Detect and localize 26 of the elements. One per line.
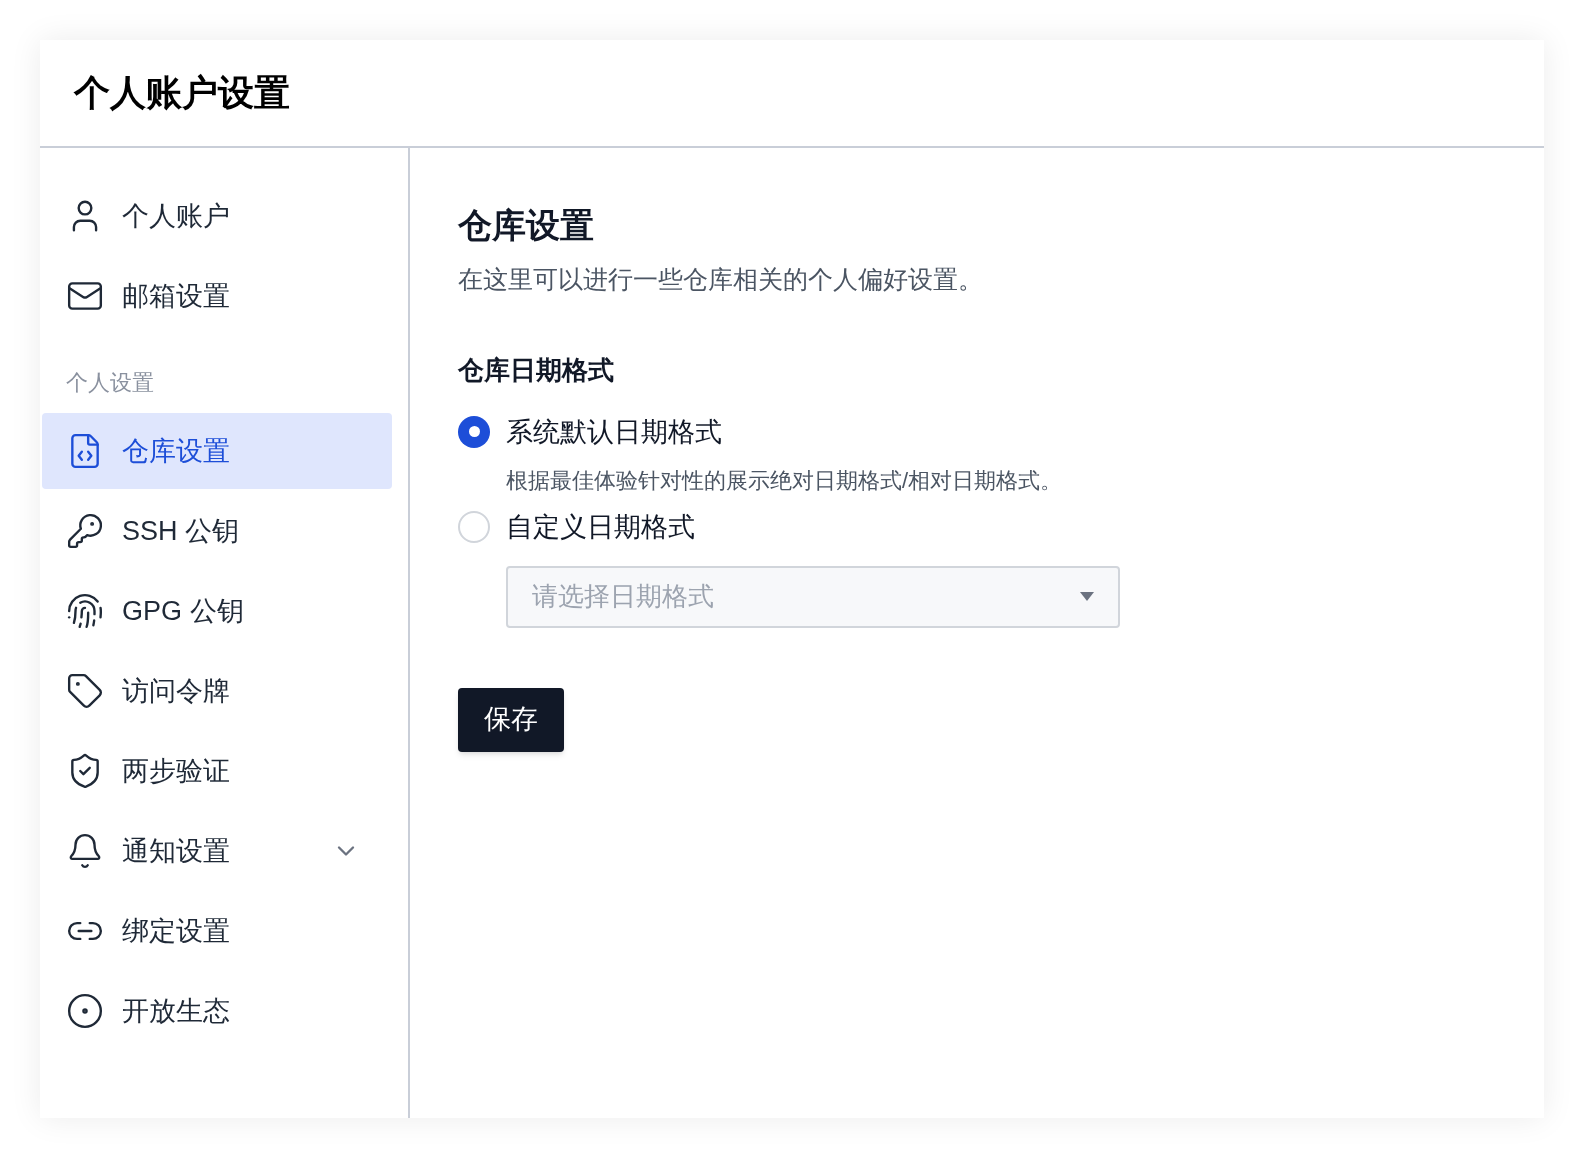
radio-label: 自定义日期格式 (506, 511, 695, 544)
fingerprint-icon (66, 592, 104, 630)
sidebar-item[interactable]: GPG 公钥 (42, 573, 392, 649)
radio-label: 系统默认日期格式 (506, 415, 722, 449)
sidebar-item[interactable]: 两步验证 (42, 733, 392, 809)
sidebar-item[interactable]: 访问令牌 (42, 653, 392, 729)
option-hint: 根据最佳体验针对性的展示绝对日期格式/相对日期格式。 (506, 467, 1063, 495)
sidebar-item[interactable]: 绑定设置 (42, 893, 392, 969)
sidebar-item[interactable]: 开放生态 (42, 973, 392, 1049)
field-label: 仓库日期格式 (458, 353, 614, 387)
radio-button[interactable] (458, 415, 490, 448)
save-button[interactable]: 保存 (458, 687, 564, 752)
target-icon (66, 992, 104, 1030)
sidebar-item[interactable]: 仓库设置 (42, 413, 392, 489)
sidebar-item[interactable]: 邮箱设置 (42, 258, 392, 334)
sidebar-item[interactable]: 个人账户 (42, 178, 392, 254)
section-description: 在这里可以进行一些仓库相关的个人偏好设置。 (458, 264, 983, 295)
caret-icon (1080, 592, 1094, 601)
key-icon (66, 512, 104, 550)
page-title: 个人账户设置 (74, 71, 290, 115)
section-title: 仓库设置 (458, 205, 594, 246)
tag-icon (66, 672, 104, 710)
section-label: 个人设置 (66, 370, 154, 395)
sidebar-item[interactable]: 通知设置 (42, 813, 392, 889)
sidebar-item[interactable]: SSH 公钥 (42, 493, 392, 569)
radio-button[interactable] (458, 511, 490, 544)
